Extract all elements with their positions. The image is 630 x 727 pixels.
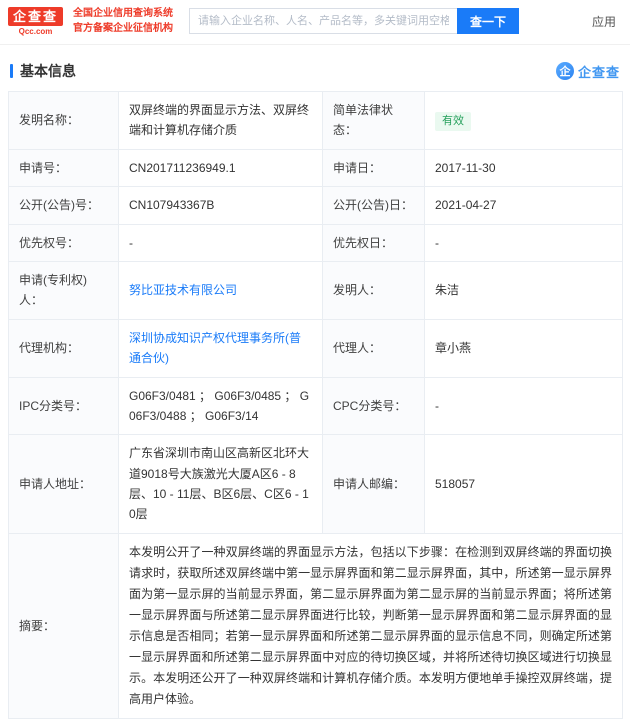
table-row-invention-name: 发明名称： 双屏终端的界面显示方法、双屏终端和计算机存储介质 简单法律状态： 有…	[8, 91, 623, 150]
field-value-invention-name: 双屏终端的界面显示方法、双屏终端和计算机存储介质	[118, 91, 323, 150]
field-value-zipcode: 518057	[424, 434, 623, 534]
field-value-ipc: G06F3/0481 ； G06F3/0485 ； G06F3/0488 ； G…	[118, 376, 323, 436]
section-title: 基本信息	[20, 63, 76, 79]
slogan-line-1: 全国企业信用查询系统	[73, 8, 174, 19]
field-label-priority-no: 优先权号：	[8, 223, 119, 262]
field-value-publication-no: CN107943367B	[118, 186, 323, 225]
field-label-agency: 代理机构：	[8, 318, 119, 378]
qcc-logo-mark: 企查查	[8, 6, 64, 26]
field-value-application-date: 2017-11-30	[424, 148, 623, 188]
table-row-abstract: 摘要： 本发明公开了一种双屏终端的界面显示方法，包括以下步骤：在检测到双屏终端的…	[8, 532, 623, 719]
table-row-applicant: 申请(专利权)人： 努比亚技术有限公司 发明人： 朱洁	[8, 260, 623, 320]
patent-info-table: 发明名称： 双屏终端的界面显示方法、双屏终端和计算机存储介质 简单法律状态： 有…	[8, 91, 623, 719]
field-label-zipcode: 申请人邮编：	[322, 434, 425, 534]
field-label-address: 申请人地址：	[8, 434, 119, 534]
field-label-agent: 代理人：	[322, 318, 425, 378]
field-value-agency: 深圳协成知识产权代理事务所(普通合伙)	[118, 318, 323, 378]
field-value-legal-status: 有效	[424, 91, 623, 150]
qcc-logo-domain: Qcc.com	[18, 26, 53, 36]
field-value-publication-date: 2021-04-27	[424, 186, 623, 225]
table-row-ipc: IPC分类号： G06F3/0481 ； G06F3/0485 ； G06F3/…	[8, 376, 623, 436]
qcc-watermark: 企 企查查	[555, 62, 620, 81]
field-label-publication-no: 公开(公告)号：	[8, 186, 119, 225]
table-row-application-no: 申请号： CN201711236949.1 申请日： 2017-11-30	[8, 148, 623, 188]
table-row-agency: 代理机构： 深圳协成知识产权代理事务所(普通合伙) 代理人： 章小燕	[8, 318, 623, 378]
header-slogan: 全国企业信用查询系统 官方备案企业征信机构	[73, 6, 173, 36]
field-label-inventor: 发明人：	[322, 260, 425, 320]
table-row-address: 申请人地址： 广东省深圳市南山区高新区北环大道9018号大族激光大厦A区6 - …	[8, 434, 623, 534]
field-value-priority-date: -	[424, 223, 623, 262]
field-value-applicant: 努比亚技术有限公司	[118, 260, 323, 320]
qcc-watermark-text: 企查查	[577, 64, 620, 80]
table-row-publication-no: 公开(公告)号： CN107943367B 公开(公告)日： 2021-04-2…	[8, 186, 623, 225]
search-input[interactable]	[189, 8, 458, 34]
field-label-applicant: 申请(专利权)人：	[8, 260, 119, 320]
qcc-watermark-icon: 企	[555, 62, 574, 80]
field-value-agent: 章小燕	[424, 318, 623, 378]
search-bar: 查一下	[189, 8, 520, 34]
field-label-ipc: IPC分类号：	[8, 376, 119, 436]
app-link[interactable]: 应用	[592, 13, 616, 30]
field-value-abstract: 本发明公开了一种双屏终端的界面显示方法，包括以下步骤：在检测到双屏终端的界面切换…	[118, 532, 623, 719]
status-badge: 有效	[435, 111, 471, 131]
applicant-link[interactable]: 努比亚技术有限公司	[129, 283, 237, 297]
field-label-application-no: 申请号：	[8, 148, 119, 188]
field-label-abstract: 摘要：	[8, 532, 119, 719]
field-label-invention-name: 发明名称：	[8, 91, 119, 150]
field-label-priority-date: 优先权日：	[322, 223, 425, 262]
field-value-application-no: CN201711236949.1	[118, 148, 323, 188]
field-label-publication-date: 公开(公告)日：	[322, 186, 425, 225]
field-value-cpc: -	[424, 376, 623, 436]
top-header: 企查查 Qcc.com 全国企业信用查询系统 官方备案企业征信机构 查一下 应用	[0, 0, 630, 45]
qcc-logo[interactable]: 企查查 Qcc.com	[8, 6, 64, 36]
table-row-priority-no: 优先权号： - 优先权日： -	[8, 223, 623, 262]
search-button[interactable]: 查一下	[457, 8, 520, 34]
section-title-wrap: 基本信息	[10, 61, 76, 81]
section-header: 基本信息 企 企查查	[0, 45, 630, 91]
section-accent-bar	[10, 64, 13, 78]
slogan-line-2: 官方备案企业征信机构	[73, 23, 174, 34]
field-value-priority-no: -	[118, 223, 323, 262]
field-value-address: 广东省深圳市南山区高新区北环大道9018号大族激光大厦A区6 - 8层、10 -…	[118, 434, 323, 534]
patent-detail-page: 企查查 Qcc.com 全国企业信用查询系统 官方备案企业征信机构 查一下 应用…	[0, 0, 630, 719]
field-label-application-date: 申请日：	[322, 148, 425, 188]
field-value-inventor: 朱洁	[424, 260, 623, 320]
field-label-legal-status: 简单法律状态：	[322, 91, 425, 150]
agency-link[interactable]: 深圳协成知识产权代理事务所(普通合伙)	[129, 331, 301, 365]
field-label-cpc: CPC分类号：	[322, 376, 425, 436]
